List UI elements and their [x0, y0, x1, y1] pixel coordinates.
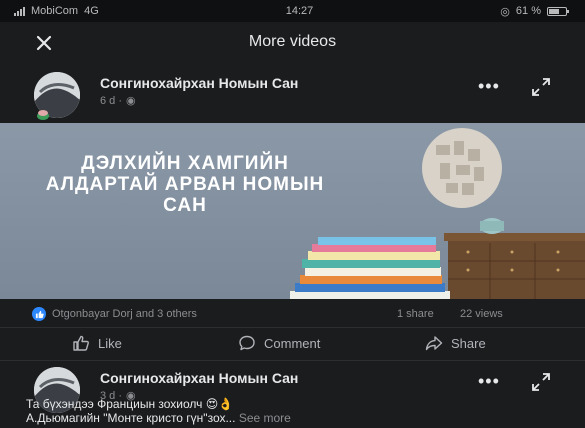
carrier-name: MobiCom: [31, 5, 79, 17]
comment-button[interactable]: Comment: [238, 334, 320, 352]
expand-button[interactable]: [530, 371, 552, 393]
alarm-icon: ◎: [500, 5, 510, 18]
thumbs-up-icon: [73, 335, 89, 351]
reactions-summary[interactable]: Otgonbayar Dorj and 3 others: [52, 308, 197, 320]
network-type: 4G: [84, 5, 99, 17]
expand-icon: [532, 373, 550, 391]
post-author[interactable]: Сонгинохайрхан Номын Сан: [100, 75, 298, 91]
view-count: 22 views: [460, 308, 503, 320]
globe-icon: ◉: [126, 95, 136, 107]
clock: 14:27: [285, 5, 314, 17]
status-bar-right: ◎ 61 %: [500, 5, 569, 18]
post-text: Та бүхэндээ Франциын зохиолч 😍👌 А.Дьюмаг…: [26, 397, 566, 425]
post-author[interactable]: Сонгинохайрхан Номын Сан: [100, 370, 298, 386]
more-options-button[interactable]: •••: [478, 76, 500, 97]
like-reaction-icon: [32, 307, 46, 321]
see-more-link[interactable]: See more: [239, 411, 291, 425]
reactions-bar: Otgonbayar Dorj and 3 others 1 share 22 …: [0, 305, 585, 325]
post-actions: Like Comment Share: [0, 327, 585, 361]
battery-icon: [546, 6, 569, 16]
status-bar: MobiCom 4G 14:27 ◎ 61 %: [0, 0, 585, 22]
comment-icon: [239, 335, 255, 351]
post-header: Сонгинохайрхан Номын Сан 6 d · ◉ •••: [0, 66, 585, 124]
post-text-line: А.Дьюмагийн "Монте кристо гүн"зох... See…: [26, 411, 566, 425]
expand-icon: [532, 78, 550, 96]
post-text-line: Та бүхэндээ Франциын зохиолч 😍👌: [26, 397, 234, 411]
battery-percent: 61 %: [515, 5, 541, 17]
share-count[interactable]: 1 share: [397, 308, 434, 320]
comment-label: Comment: [264, 335, 321, 351]
reaction-emoji-icon: [36, 107, 50, 120]
page-title: More videos: [248, 33, 337, 50]
share-label: Share: [451, 335, 486, 351]
more-options-button[interactable]: •••: [478, 371, 500, 392]
signal-icon: [14, 6, 25, 16]
like-label: Like: [98, 335, 122, 351]
post-meta: 6 d · ◉: [100, 94, 136, 108]
video-caption: ДЭЛХИЙН ХАМГИЙН АЛДАРТАЙ АРВАН НОМЫН САН: [45, 153, 325, 216]
share-button[interactable]: Share: [425, 334, 486, 352]
top-bar: More videos: [0, 22, 585, 64]
video-player[interactable]: ДЭЛХИЙН ХАМГИЙН АЛДАРТАЙ АРВАН НОМЫН САН: [0, 123, 585, 299]
status-bar-left: MobiCom 4G: [14, 5, 99, 17]
expand-button[interactable]: [530, 76, 552, 98]
share-icon: [425, 336, 443, 351]
post-time: 6 d ·: [100, 94, 123, 107]
like-button[interactable]: Like: [72, 334, 122, 352]
post-text-line-2: А.Дьюмагийн "Монте кристо гүн"зох...: [26, 411, 236, 425]
